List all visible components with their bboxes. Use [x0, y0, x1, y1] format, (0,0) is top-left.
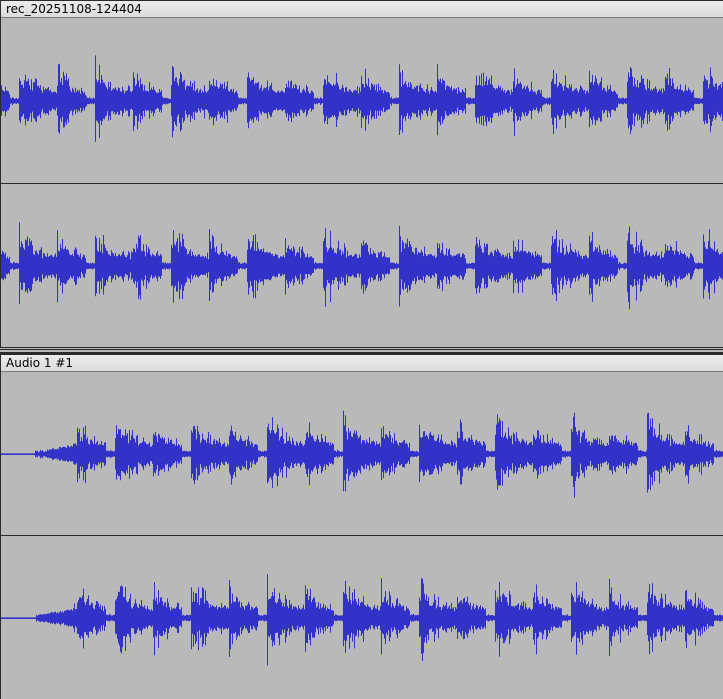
waveform-left	[1, 55, 723, 142]
audio-editor-track-area: rec_20251108-124404 Audio 1 #1	[0, 0, 723, 699]
clip-title: Audio 1 #1	[6, 356, 74, 370]
waveform-channel-left[interactable]	[1, 18, 723, 183]
waveform-right	[1, 574, 723, 666]
waveform-path	[1, 55, 723, 142]
track-separator	[0, 347, 723, 354]
waveform-path	[1, 574, 723, 666]
waveform-channel-right[interactable]	[1, 536, 723, 699]
audio-clip-audio1[interactable]: Audio 1 #1	[0, 354, 723, 699]
waveform-right	[1, 222, 723, 310]
clip-title: rec_20251108-124404	[6, 2, 142, 16]
waveform-channel-left[interactable]	[1, 372, 723, 535]
audio-clip-rec[interactable]: rec_20251108-124404	[0, 0, 723, 349]
waveform-path	[1, 222, 723, 310]
clip-title-bar[interactable]: Audio 1 #1	[1, 355, 723, 372]
clip-title-bar[interactable]: rec_20251108-124404	[1, 1, 723, 18]
waveform-channel-right[interactable]	[1, 184, 723, 348]
waveform-left	[1, 410, 723, 498]
